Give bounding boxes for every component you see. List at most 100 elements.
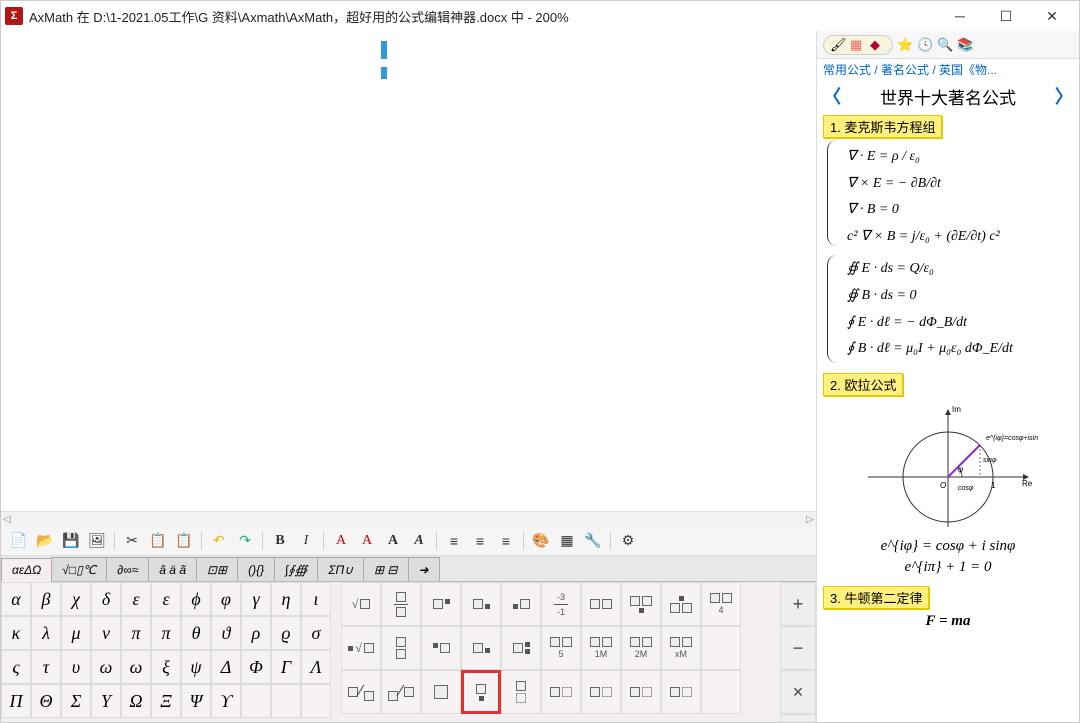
greek-κ[interactable]: κ bbox=[1, 616, 31, 650]
greek-π[interactable]: π bbox=[151, 616, 181, 650]
tab-accents[interactable]: â ä ã bbox=[148, 557, 197, 581]
undo-button[interactable]: ↶ bbox=[207, 530, 231, 552]
greek-Σ[interactable]: Σ bbox=[61, 684, 91, 718]
tab-boxes[interactable]: ⊡⊞ bbox=[196, 557, 238, 581]
greek-β[interactable]: β bbox=[31, 582, 61, 616]
tab-brackets[interactable]: (){} bbox=[237, 557, 275, 581]
template-cell-2-7[interactable] bbox=[621, 670, 661, 714]
maxwell-eq-1[interactable]: ∇ · E = ρ / ε₀ bbox=[847, 144, 1073, 171]
save-button[interactable]: 💾 bbox=[59, 530, 83, 552]
copy-button[interactable]: 📋 bbox=[146, 530, 170, 552]
tab-arrows[interactable]: ➜ bbox=[408, 557, 440, 581]
euler-eq-1[interactable]: e^{iφ} = cosφ + i sinφ bbox=[823, 538, 1073, 555]
maxwell-eq-7[interactable]: ∮ E · dℓ = − dΦ_B/dt bbox=[847, 310, 1073, 337]
tab-operators[interactable]: ∂∞≈ bbox=[106, 557, 149, 581]
template-cell-0-2[interactable] bbox=[421, 582, 461, 626]
greek-ε[interactable]: ε bbox=[151, 582, 181, 616]
template-cell-2-6[interactable] bbox=[581, 670, 621, 714]
export-button[interactable]: 🖼 bbox=[85, 530, 109, 552]
tab-radical[interactable]: √□▯℃ bbox=[51, 557, 107, 581]
new-button[interactable]: 📄 bbox=[7, 530, 31, 552]
cut-button[interactable]: ✂ bbox=[120, 530, 144, 552]
search-icon[interactable]: 🔍 bbox=[937, 37, 953, 53]
paste-button[interactable]: 📋 bbox=[172, 530, 196, 552]
maxwell-eq-3[interactable]: ∇ · B = 0 bbox=[847, 197, 1073, 224]
euler-diagram[interactable]: Im Re e^{iφ}=cosφ+isinφ O cosφ sinφ φ 1 bbox=[858, 402, 1038, 532]
template-cell-0-9[interactable]: 4 bbox=[701, 582, 741, 626]
template-cell-0-8[interactable] bbox=[661, 582, 701, 626]
maximize-button[interactable]: ☐ bbox=[983, 1, 1029, 31]
books-icon[interactable]: 📚 bbox=[957, 37, 973, 53]
op-−[interactable]: − bbox=[780, 626, 816, 670]
greek-ω[interactable]: ω bbox=[121, 650, 151, 684]
greek-η[interactable]: η bbox=[271, 582, 301, 616]
template-cell-2-3[interactable] bbox=[461, 670, 501, 714]
maxwell-eq-8[interactable]: ∮ B · dℓ = μ₀I + μ₀ε₀ dΦ_E/dt bbox=[847, 336, 1073, 363]
greek-Θ[interactable]: Θ bbox=[31, 684, 61, 718]
greek-υ[interactable]: υ bbox=[61, 650, 91, 684]
euler-eq-2[interactable]: e^{iπ} + 1 = 0 bbox=[823, 559, 1073, 576]
greek-ι[interactable]: ι bbox=[301, 582, 331, 616]
tab-bigops[interactable]: ΣΠ∪ bbox=[317, 557, 364, 581]
template-cell-0-6[interactable] bbox=[581, 582, 621, 626]
template-cell-1-7[interactable]: 2M bbox=[621, 626, 661, 670]
greek-Υ[interactable]: Υ bbox=[91, 684, 121, 718]
greek-Π[interactable]: Π bbox=[1, 684, 31, 718]
greek-Δ[interactable]: Δ bbox=[211, 650, 241, 684]
greek-ρ[interactable]: ρ bbox=[241, 616, 271, 650]
editor-canvas[interactable] bbox=[1, 31, 816, 512]
maxwell-eq-2[interactable]: ∇ × E = − ∂B/∂t bbox=[847, 171, 1073, 198]
style3-button[interactable]: A bbox=[381, 530, 405, 552]
maxwell-eq-6[interactable]: ∯ B · ds = 0 bbox=[847, 283, 1073, 310]
template-cell-0-1[interactable] bbox=[381, 582, 421, 626]
op-×[interactable]: × bbox=[780, 670, 816, 714]
greek-ϑ[interactable]: ϑ bbox=[211, 616, 241, 650]
greek-ϒ[interactable]: ϒ bbox=[211, 684, 241, 718]
redo-button[interactable]: ↷ bbox=[233, 530, 257, 552]
tab-integrals[interactable]: ∫∮∰ bbox=[274, 557, 318, 581]
greek-ϕ[interactable]: ϕ bbox=[181, 582, 211, 616]
greek-Ψ[interactable]: Ψ bbox=[181, 684, 211, 718]
align-center-button[interactable]: ≡ bbox=[468, 530, 492, 552]
palette-button[interactable]: ▦ bbox=[555, 530, 579, 552]
clock-icon[interactable]: 🕓 bbox=[917, 37, 933, 53]
library-content[interactable]: 1. 麦克斯韦方程组 ∇ · E = ρ / ε₀ ∇ × E = − ∂B/∂… bbox=[817, 111, 1079, 722]
h-scrollbar[interactable]: ◁▷ bbox=[1, 512, 816, 526]
greek-Γ[interactable]: Γ bbox=[271, 650, 301, 684]
minimize-button[interactable]: ─ bbox=[937, 1, 983, 31]
template-cell-0-0[interactable]: √ bbox=[341, 582, 381, 626]
template-cell-0-5[interactable]: -3-1 bbox=[541, 582, 581, 626]
prev-chapter-button[interactable]: 〈 bbox=[823, 83, 841, 109]
template-cell-2-8[interactable] bbox=[661, 670, 701, 714]
template-cell-1-8[interactable]: xM bbox=[661, 626, 701, 670]
greek-ν[interactable]: ν bbox=[91, 616, 121, 650]
maxwell-eq-5[interactable]: ∯ E · ds = Q/ε₀ bbox=[847, 256, 1073, 283]
greek-π[interactable]: π bbox=[121, 616, 151, 650]
greek-φ[interactable]: φ bbox=[211, 582, 241, 616]
template-cell-2-4[interactable] bbox=[501, 670, 541, 714]
italic-button[interactable]: I bbox=[294, 530, 318, 552]
template-cell-1-0[interactable]: √ bbox=[341, 626, 381, 670]
color-picker-button[interactable]: 🎨 bbox=[529, 530, 553, 552]
tool-button[interactable]: 🔧 bbox=[581, 530, 605, 552]
style4-button[interactable]: A bbox=[407, 530, 431, 552]
greek-ϱ[interactable]: ϱ bbox=[271, 616, 301, 650]
greek-ξ[interactable]: ξ bbox=[151, 650, 181, 684]
template-cell-1-4[interactable] bbox=[501, 626, 541, 670]
greek-λ[interactable]: λ bbox=[31, 616, 61, 650]
template-cell-1-1[interactable] bbox=[381, 626, 421, 670]
library-breadcrumb[interactable]: 常用公式 / 著名公式 / 英国《物... bbox=[817, 59, 1079, 81]
open-button[interactable]: 📂 bbox=[33, 530, 57, 552]
op-÷[interactable]: ÷ bbox=[780, 714, 816, 722]
template-cell-0-7[interactable] bbox=[621, 582, 661, 626]
greek-α[interactable]: α bbox=[1, 582, 31, 616]
tab-matrix[interactable]: ⊞ ⊟ bbox=[363, 557, 408, 581]
template-cell-2-0[interactable]: ⁄ bbox=[341, 670, 381, 714]
template-cell-1-2[interactable] bbox=[421, 626, 461, 670]
template-cell-2-2[interactable] bbox=[421, 670, 461, 714]
tab-greek[interactable]: αεΔΩ bbox=[1, 558, 52, 582]
greek-Λ[interactable]: Λ bbox=[301, 650, 331, 684]
scroll-left-icon[interactable]: ◁ bbox=[3, 514, 11, 525]
greek-Φ[interactable]: Φ bbox=[241, 650, 271, 684]
greek-μ[interactable]: μ bbox=[61, 616, 91, 650]
